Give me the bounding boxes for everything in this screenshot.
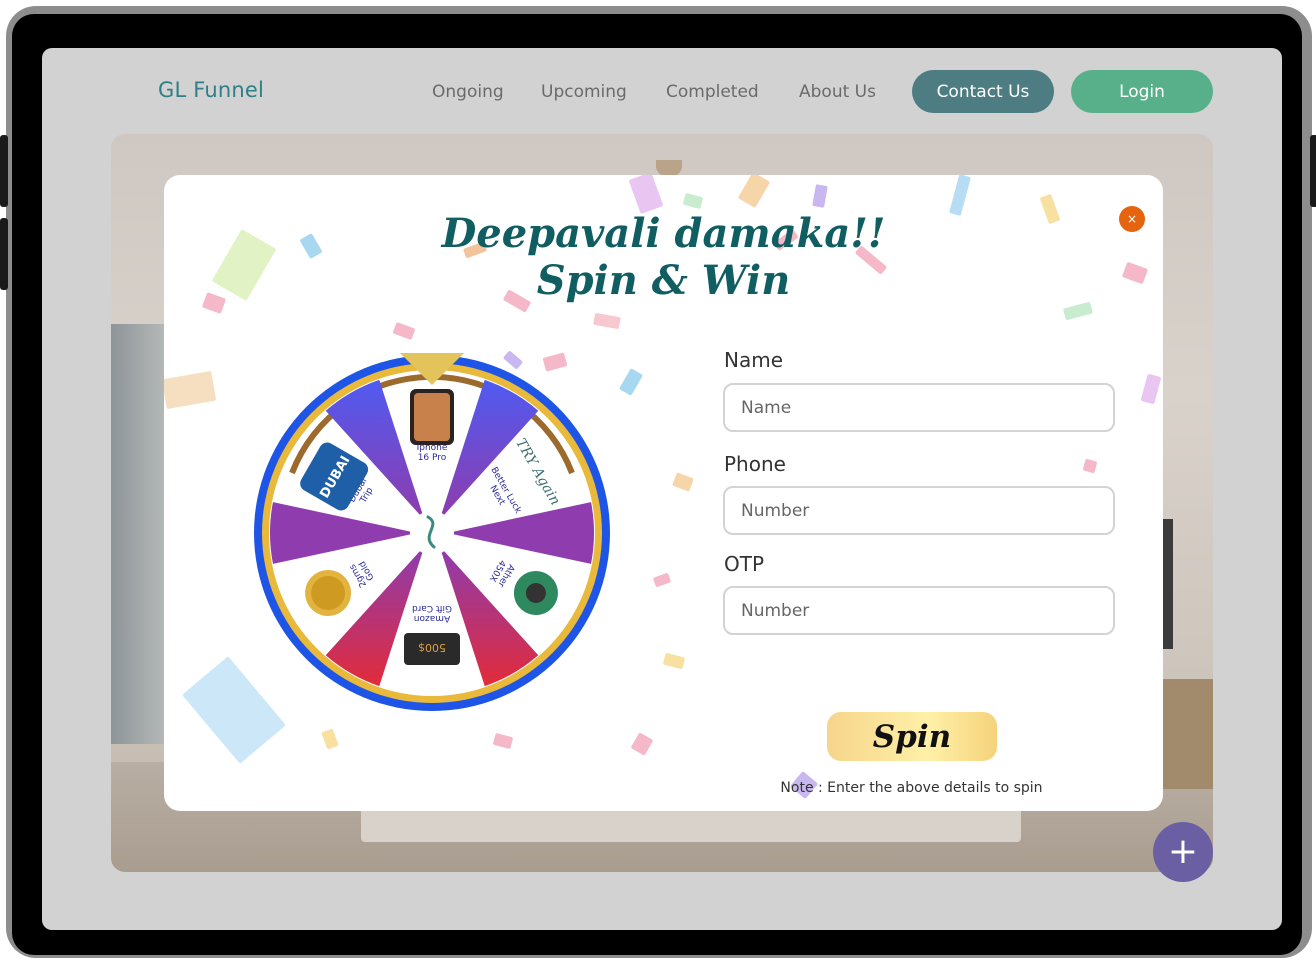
wheel-pointer-icon xyxy=(400,353,464,385)
nav-link-completed[interactable]: Completed xyxy=(666,82,759,102)
gift-card-amount: 500$ xyxy=(418,641,446,654)
nav-link-about-us[interactable]: About Us xyxy=(799,82,876,102)
contact-us-button[interactable]: Contact Us xyxy=(912,70,1054,113)
prize-label-line1: Amazon xyxy=(414,613,450,623)
volume-up-button xyxy=(0,135,8,207)
spin-win-modal: Deepavali damaka!! Spin & Win × Iphone 16… xyxy=(164,175,1163,811)
login-button[interactable]: Login xyxy=(1071,70,1213,113)
plus-icon[interactable]: + xyxy=(1153,822,1213,882)
prize-wheel[interactable]: Iphone16 ProBetter LuckNext TRY AgainAthe… xyxy=(252,353,612,713)
modal-title-line1: Deepavali damaka!! xyxy=(441,210,886,257)
otp-input[interactable] xyxy=(723,586,1115,635)
prize-label-line2: Gift Card xyxy=(412,603,452,613)
otp-label: OTP xyxy=(724,552,765,576)
wheel-segment-1: Iphone16 Pro xyxy=(410,389,454,463)
name-input[interactable] xyxy=(723,383,1115,432)
phone-label: Phone xyxy=(724,452,786,476)
room-window xyxy=(111,324,171,744)
form-note: Note : Enter the above details to spin xyxy=(780,780,1043,796)
power-button xyxy=(1310,135,1316,207)
app-screen: GL Funnel Ongoing Upcoming Completed Abo… xyxy=(42,48,1282,930)
nav-link-upcoming[interactable]: Upcoming xyxy=(541,82,627,102)
nav-link-ongoing[interactable]: Ongoing xyxy=(432,82,504,102)
wheel-hub xyxy=(410,511,454,555)
prize-label-line2: 16 Pro xyxy=(418,453,447,463)
spin-button[interactable]: Spin xyxy=(827,712,997,761)
close-icon[interactable]: × xyxy=(1119,206,1145,232)
phone-screen xyxy=(414,393,450,441)
name-label: Name xyxy=(724,348,784,372)
ceiling-lamp xyxy=(656,160,682,176)
volume-down-button xyxy=(0,218,8,290)
phone-input[interactable] xyxy=(723,486,1115,535)
modal-title-line2: Spin & Win xyxy=(536,257,791,304)
wheel-segment-4: AmazonGift Card 500$ xyxy=(404,603,460,665)
brand-logo[interactable]: GL Funnel xyxy=(158,78,264,102)
